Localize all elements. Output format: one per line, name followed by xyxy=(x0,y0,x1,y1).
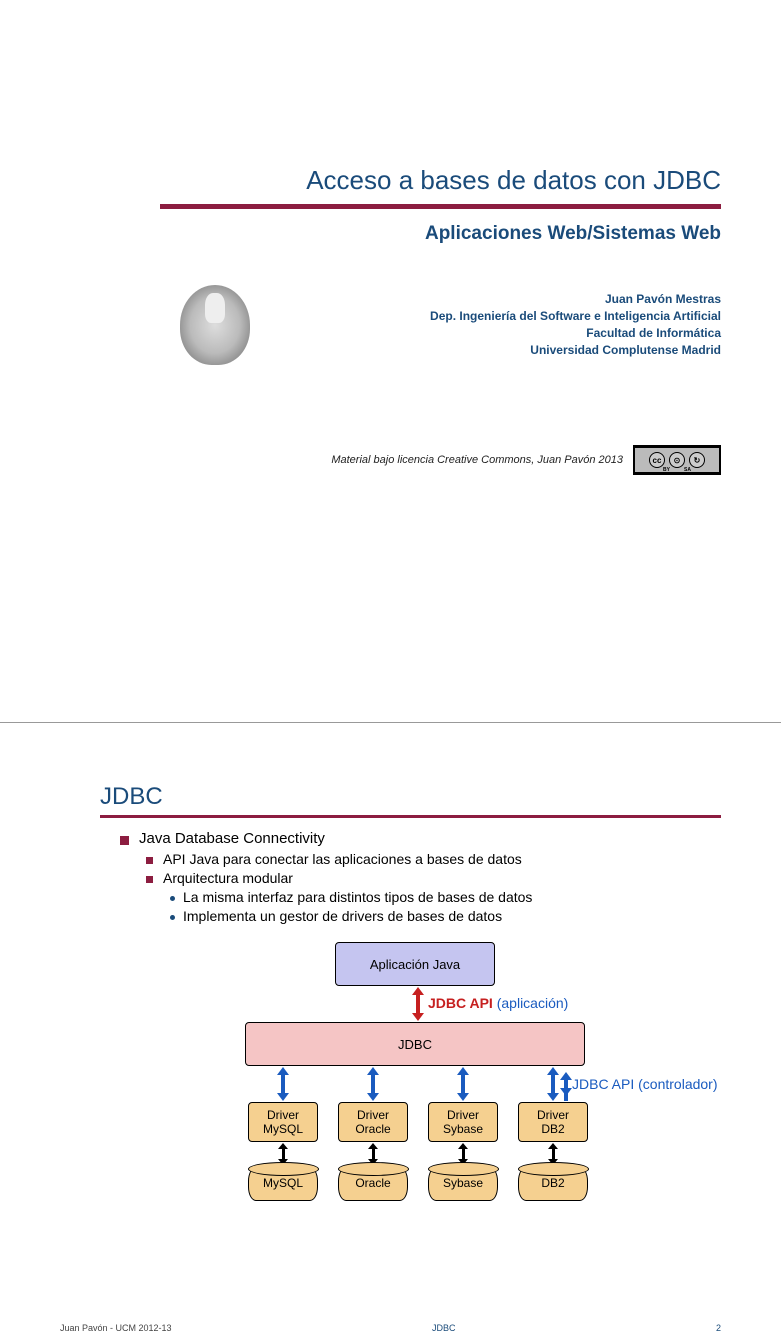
db-label: MySQL xyxy=(263,1176,303,1190)
api-controller-label: JDBC API (controlador) xyxy=(560,1072,718,1096)
author-dept: Dep. Ingeniería del Software e Inteligen… xyxy=(280,308,721,325)
square-bullet-icon xyxy=(120,836,129,845)
author-name: Juan Pavón Mestras xyxy=(280,291,721,308)
slide-1-title-slide: Acceso a bases de datos con JDBC Aplicac… xyxy=(0,165,781,723)
api-app-bold: JDBC API xyxy=(428,995,493,1011)
footer-left: Juan Pavón - UCM 2012-13 xyxy=(60,1323,172,1333)
drv-l2: MySQL xyxy=(263,1122,303,1136)
bullet-text: Java Database Connectivity xyxy=(139,830,325,847)
square-bullet-icon xyxy=(146,876,153,883)
double-arrow-blue-icon xyxy=(547,1067,559,1101)
bullet-text: Arquitectura modular xyxy=(163,870,293,886)
author-faculty: Facultad de Informática xyxy=(280,325,721,342)
slide-footer: Juan Pavón - UCM 2012-13 JDBC 2 xyxy=(0,1323,781,1333)
double-arrow-blue-icon xyxy=(560,1072,570,1096)
bullet-text: API Java para conectar las aplicaciones … xyxy=(163,851,522,867)
diagram-driver-box: DriverSybase xyxy=(428,1102,498,1142)
double-arrow-blue-icon xyxy=(277,1067,289,1101)
diagram-driver-box: DriverDB2 xyxy=(518,1102,588,1142)
bullet-level1: Java Database Connectivity xyxy=(120,830,721,847)
heading-underline xyxy=(100,815,721,818)
diagram-db-cylinder: MySQL xyxy=(248,1167,318,1201)
drv-l1: Driver xyxy=(447,1108,479,1122)
diagram-db-cylinder: Sybase xyxy=(428,1167,498,1201)
slide2-heading: JDBC xyxy=(100,783,721,811)
cc-sa-label: SA xyxy=(684,467,691,473)
bullet-text: La misma interfaz para distintos tipos d… xyxy=(183,889,532,905)
diagram-driver-box: DriverMySQL xyxy=(248,1102,318,1142)
cc-by-label: BY xyxy=(663,467,670,473)
db-label: DB2 xyxy=(541,1176,564,1190)
db-label: Sybase xyxy=(443,1176,483,1190)
author-text: Juan Pavón Mestras Dep. Ingeniería del S… xyxy=(280,291,721,358)
drv-l1: Driver xyxy=(357,1108,389,1122)
dot-bullet-icon xyxy=(170,896,175,901)
diagram-app-box: Aplicación Java xyxy=(335,942,495,986)
slide1-title: Acceso a bases de datos con JDBC xyxy=(60,165,721,196)
db-label: Oracle xyxy=(355,1176,390,1190)
bullet-level3: Implementa un gestor de drivers de bases… xyxy=(170,908,721,924)
square-bullet-icon xyxy=(146,857,153,864)
drv-l1: Driver xyxy=(267,1108,299,1122)
bullet-list: Java Database Connectivity API Java para… xyxy=(120,830,721,924)
double-arrow-blue-icon xyxy=(367,1067,379,1101)
jdbc-architecture-diagram: Aplicación Java JDBC API (aplicación) JD… xyxy=(160,942,720,1222)
cc-by-sa-badge-icon: cc ⊙ ↻ BY SA xyxy=(633,445,721,475)
double-arrow-blue-icon xyxy=(457,1067,469,1101)
bullet-level3: La misma interfaz para distintos tipos d… xyxy=(170,889,721,905)
diagram-driver-box: DriverOracle xyxy=(338,1102,408,1142)
api-app-label: JDBC API (aplicación) xyxy=(428,995,568,1011)
footer-center: JDBC xyxy=(172,1323,716,1333)
drv-l2: DB2 xyxy=(541,1122,564,1136)
api-ctl-text: JDBC API (controlador) xyxy=(572,1076,718,1092)
diagram-db-cylinder: DB2 xyxy=(518,1167,588,1201)
bullet-level2: API Java para conectar las aplicaciones … xyxy=(146,851,721,867)
diagram-jdbc-box: JDBC xyxy=(245,1022,585,1066)
author-block: Juan Pavón Mestras Dep. Ingeniería del S… xyxy=(60,285,721,365)
license-row: Material bajo licencia Creative Commons,… xyxy=(60,445,721,475)
bullet-text: Implementa un gestor de drivers de bases… xyxy=(183,908,502,924)
dot-bullet-icon xyxy=(170,915,175,920)
cc-logo-icon: cc xyxy=(649,452,665,468)
footer-page-number: 2 xyxy=(716,1323,721,1333)
author-university: Universidad Complutense Madrid xyxy=(280,342,721,359)
license-text: Material bajo licencia Creative Commons,… xyxy=(331,454,623,466)
diagram-db-cylinder: Oracle xyxy=(338,1167,408,1201)
title-underline xyxy=(160,204,721,209)
cc-sa-icon: ↻ xyxy=(689,452,705,468)
university-seal-icon xyxy=(180,285,250,365)
bullet-level2: Arquitectura modular xyxy=(146,870,721,886)
drv-l1: Driver xyxy=(537,1108,569,1122)
api-app-paren: (aplicación) xyxy=(497,995,569,1011)
cc-by-icon: ⊙ xyxy=(669,452,685,468)
drv-l2: Sybase xyxy=(443,1122,483,1136)
slide-2-content-slide: JDBC Java Database Connectivity API Java… xyxy=(0,783,781,1341)
drv-l2: Oracle xyxy=(355,1122,390,1136)
slide1-subtitle: Aplicaciones Web/Sistemas Web xyxy=(60,223,721,245)
double-arrow-red-icon xyxy=(412,987,424,1021)
